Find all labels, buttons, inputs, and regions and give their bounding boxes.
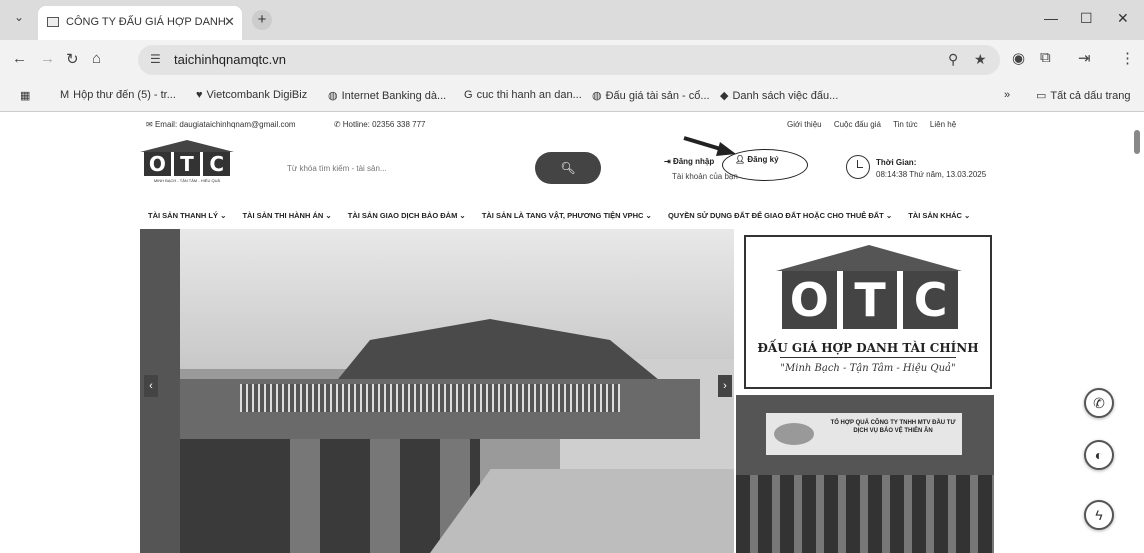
time-value: 08:14:38 Thứ năm, 13.03.2025 (876, 170, 987, 179)
slider-next-icon[interactable]: › (718, 375, 732, 397)
bookmark-vietcombank[interactable]: ♥ Vietcombank DigiBiz (196, 89, 307, 101)
login-link[interactable]: ⇥ Đăng nhập (664, 157, 714, 166)
top-link-cuoc-dau-gia[interactable]: Cuộc đấu giá (834, 120, 881, 129)
menu-kebab-icon[interactable]: ⋮ (1120, 49, 1135, 67)
nav-quyen-su-dung-dat[interactable]: QUYỀN SỬ DỤNG ĐẤT ĐỂ GIAO ĐẤT HOẶC CHO T… (668, 211, 892, 220)
nav-tai-san-tang-vat[interactable]: TÀI SẢN LÀ TANG VẬT, PHƯƠNG TIỆN VPHC ⌄ (482, 211, 652, 220)
site-info-icon[interactable]: ☰ (150, 52, 161, 66)
extension-icon[interactable]: ◉ (1012, 49, 1025, 67)
card-logo-letters: O T C (782, 271, 959, 329)
card-company-name: ĐẤU GIÁ HỢP DANH TÀI CHÍNH (757, 341, 979, 355)
folder-icon: ▭ (1036, 90, 1047, 102)
group-photo: TỔ HỢP QUẢ CÔNG TY TNHH MTV ĐẦU TƯ DỊCH … (736, 395, 994, 553)
search-icon: 🔍︎ (560, 161, 576, 175)
close-window-icon[interactable]: ✕ (1117, 10, 1129, 27)
main-nav: TÀI SẢN THANH LÝ ⌄ TÀI SẢN THI HÀNH ÁN ⌄… (148, 211, 984, 220)
card-slogan: "Minh Bạch - Tận Tâm - Hiệu Quả" (780, 363, 956, 374)
minimize-icon[interactable]: — (1044, 10, 1058, 26)
apps-grid-icon[interactable]: ▦ (20, 89, 30, 102)
site-favicon-icon (47, 17, 59, 27)
messenger-icon[interactable]: ϟ (1084, 500, 1114, 530)
new-tab-button[interactable]: + (252, 10, 272, 30)
bookmark-dau-gia[interactable]: ◍ Đấu giá tài sản - cổ... (592, 89, 710, 102)
company-logo-card: O T C ĐẤU GIÁ HỢP DANH TÀI CHÍNH "Minh B… (744, 235, 992, 389)
nav-tai-san-thanh-ly[interactable]: TÀI SẢN THANH LÝ ⌄ (148, 211, 226, 220)
gmail-icon: M (60, 89, 70, 101)
close-tab-icon[interactable]: ✕ (224, 14, 235, 30)
contact-strip: ✉ Email: daugiataichinhqnam@gmail.com ✆ … (146, 120, 461, 129)
logo-letter-o: O (144, 152, 171, 176)
tab-title: CÔNG TY ĐẤU GIÁ HỢP DANH (66, 16, 226, 28)
google-icon: G (464, 89, 473, 101)
bookmark-google-search[interactable]: Gcuc thi hanh an dan... (464, 89, 582, 101)
logo-letters: O T C (144, 152, 231, 176)
omnibox[interactable]: ☰ taichinhqnamqtc.vn ⚲ ★ (138, 45, 1000, 75)
all-bookmarks[interactable]: ▭ Tất cả dấu trang (1036, 89, 1131, 102)
forward-icon[interactable]: → (40, 50, 55, 67)
browser-tab-bar: ⌄ CÔNG TY ĐẤU GIÁ HỢP DANH ✕ + — ☐ ✕ (0, 0, 1144, 40)
bookmark-gmail[interactable]: M Hộp thư đến (5) - tr... (60, 89, 176, 101)
top-link-lien-he[interactable]: Liên hệ (930, 120, 956, 129)
phone-call-icon[interactable]: ✆ (1084, 388, 1114, 418)
slider-prev-icon[interactable]: ‹ (144, 375, 158, 397)
logo-roof (140, 140, 234, 152)
photo-banner: TỔ HỢP QUẢ CÔNG TY TNHH MTV ĐẦU TƯ DỊCH … (766, 413, 962, 455)
zoom-icon[interactable]: ⚲ (948, 51, 958, 68)
heart-icon: ♥ (196, 89, 203, 101)
logo-letter-t: T (173, 152, 201, 176)
logo-letter-c: C (203, 152, 231, 176)
nav-tai-san-thi-hanh-an[interactable]: TÀI SẢN THI HÀNH ÁN ⌄ (242, 211, 331, 220)
nav-tai-san-giao-dich-bao-dam[interactable]: TÀI SẢN GIAO DỊCH BẢO ĐẢM ⌄ (348, 211, 466, 220)
chat-icon[interactable]: ◐ (1084, 440, 1114, 470)
reload-icon[interactable]: ↻ (66, 50, 79, 68)
top-link-tin-tuc[interactable]: Tin tức (893, 120, 918, 129)
bookmark-danh-sach[interactable]: ◆ Danh sách việc đấu... (720, 89, 838, 102)
hotline-contact[interactable]: ✆ Hotline: 02356 338 777 (334, 120, 444, 129)
site-logo[interactable]: O T C MINH BẠCH - TẬN TÂM - HIỆU QUẢ (140, 140, 234, 188)
bookmark-star-icon[interactable]: ★ (974, 51, 987, 68)
globe-icon: ◍ (328, 90, 338, 102)
bookmark-internet-banking[interactable]: ◍ Internet Banking dà... (328, 89, 446, 102)
nav-tai-san-khac[interactable]: TÀI SẢN KHÁC ⌄ (908, 211, 970, 220)
browser-tab[interactable]: CÔNG TY ĐẤU GIÁ HỢP DANH ✕ (38, 6, 242, 40)
profile-icon[interactable]: ⇥ (1078, 49, 1091, 67)
search-button[interactable]: 🔍︎ (535, 152, 601, 184)
site-search-input[interactable] (245, 157, 535, 179)
top-link-gioi-thieu[interactable]: Giới thiệu (787, 120, 822, 129)
extensions-puzzle-icon[interactable]: ⧉ (1040, 49, 1051, 66)
clock-icon (846, 155, 870, 179)
logo-tagline: MINH BẠCH - TẬN TÂM - HIỆU QUẢ (153, 178, 221, 183)
email-contact[interactable]: ✉ Email: daugiataichinhqnam@gmail.com (146, 120, 314, 129)
hero-banner-image: ‹ › (140, 229, 734, 553)
scrollbar-thumb[interactable] (1134, 130, 1140, 154)
tab-search-icon[interactable]: ⌄ (14, 10, 24, 24)
emblem-icon (774, 423, 814, 445)
bookmarks-bar: ▦ M Hộp thư đến (5) - tr... ♥ Vietcombank … (0, 80, 1144, 112)
globe-icon: ◍ (592, 90, 602, 102)
account-label[interactable]: Tài khoản của bạn (672, 172, 738, 181)
more-bookmarks-icon[interactable]: » (1004, 89, 1010, 101)
time-label: Thời Gian: (876, 158, 917, 167)
address-toolbar: ← → ↻ ⌂ ☰ taichinhqnamqtc.vn ⚲ ★ ◉ ⧉ ⇥ ⋮ (0, 40, 1144, 80)
home-icon[interactable]: ⌂ (92, 50, 101, 67)
top-links: Giới thiệu Cuộc đấu giá Tin tức Liên hệ (787, 120, 966, 129)
url-text[interactable]: taichinhqnamqtc.vn (174, 52, 286, 67)
page-icon: ◆ (720, 90, 729, 102)
back-icon[interactable]: ← (12, 50, 27, 67)
maximize-icon[interactable]: ☐ (1080, 10, 1093, 27)
